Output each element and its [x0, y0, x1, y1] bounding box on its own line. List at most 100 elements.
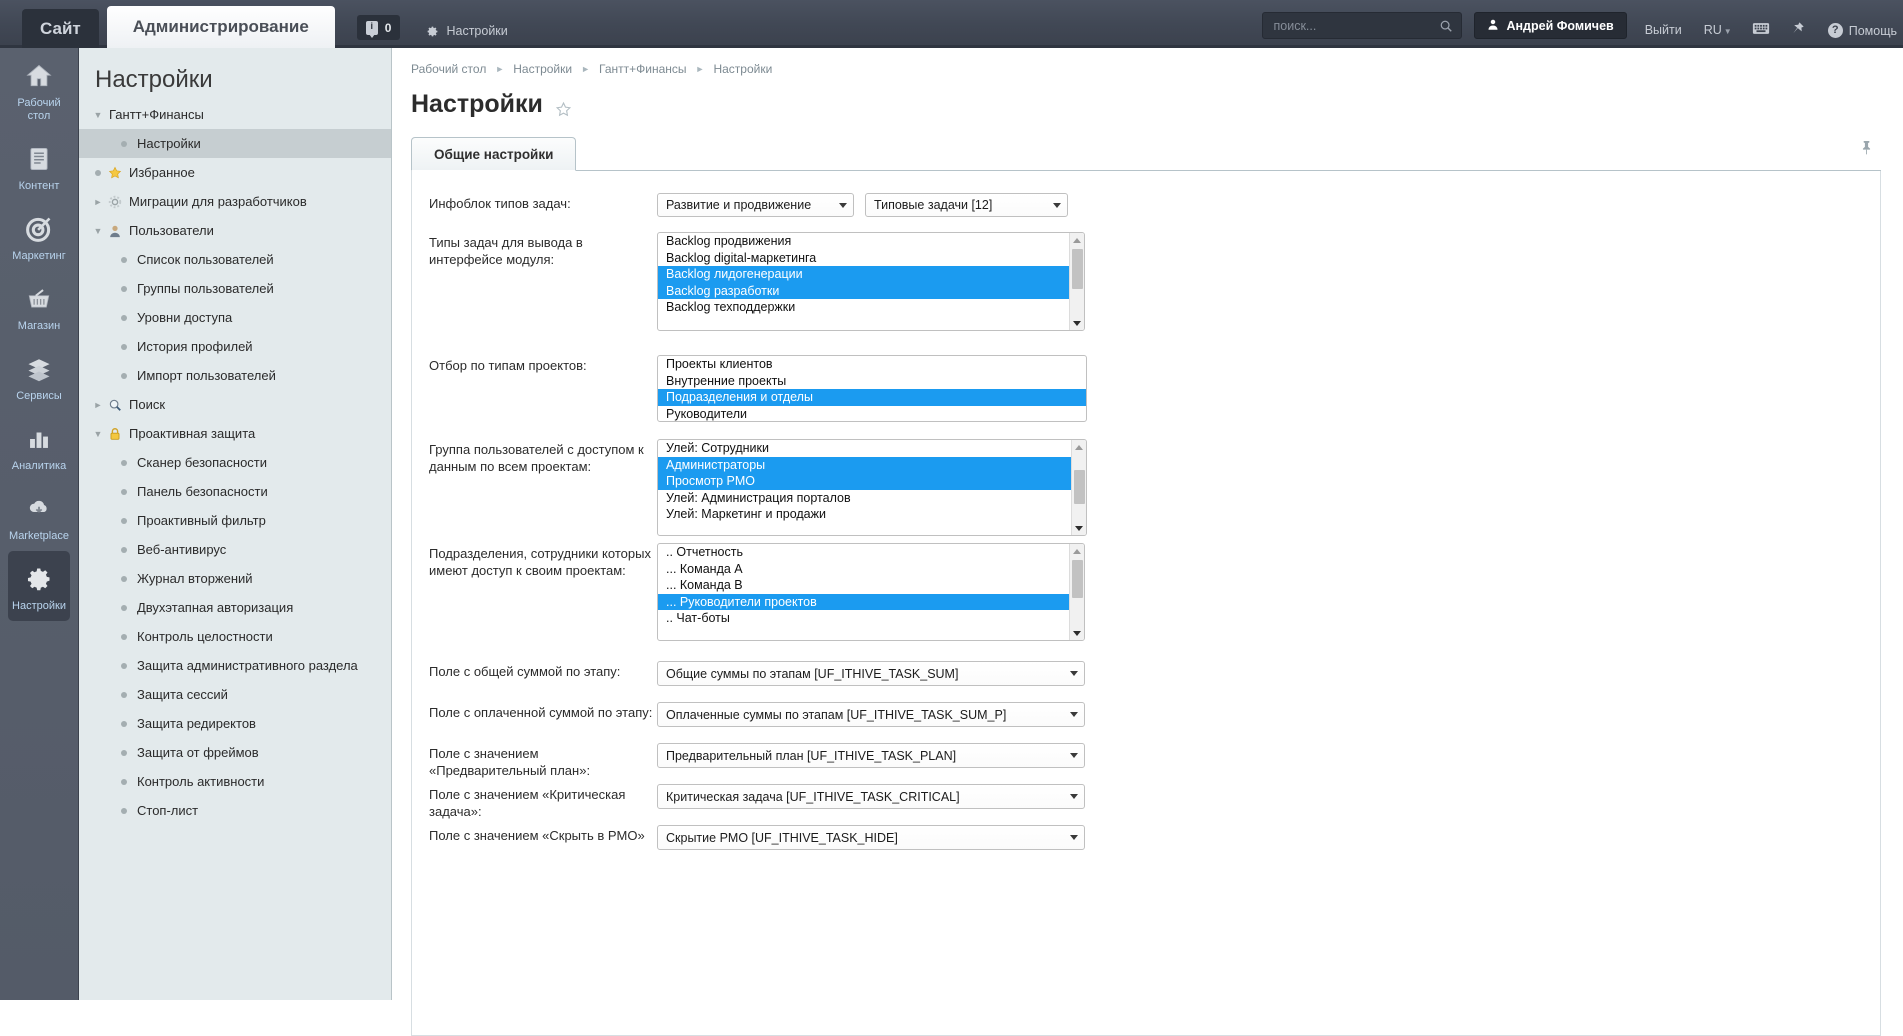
notification-counter[interactable]: i 0: [356, 15, 401, 40]
sidebar-item-16[interactable]: Веб-антивирус: [79, 535, 391, 564]
sidebar-item-label: Уровни доступа: [137, 310, 233, 325]
sidebar-item-22[interactable]: Защита редиректов: [79, 709, 391, 738]
topbar-settings-link[interactable]: Настройки: [426, 24, 508, 38]
sidebar-item-12[interactable]: ▼ Проактивная защита: [79, 419, 391, 448]
select-plan-field[interactable]: Предварительный план [UF_ITHIVE_TASK_PLA…: [657, 743, 1085, 768]
sidebar-item-8[interactable]: Уровни доступа: [79, 303, 391, 332]
breadcrumb-item-3[interactable]: Гантт+Финансы: [599, 62, 687, 76]
list-item[interactable]: Внутренние проекты: [658, 373, 1086, 390]
twisty-expanded-icon[interactable]: ▼: [91, 429, 105, 439]
scroll-down-arrow-icon[interactable]: [1070, 626, 1084, 640]
rail-item-6[interactable]: Аналитика: [8, 411, 70, 481]
keyboard-icon[interactable]: [1752, 21, 1770, 39]
select-paid-field[interactable]: Оплаченные суммы по этапам [UF_ITHIVE_TA…: [657, 702, 1085, 727]
list-item[interactable]: Backlog лидогенерации: [658, 266, 1084, 283]
sidebar-item-15[interactable]: Проактивный фильтр: [79, 506, 391, 535]
listbox-project-types[interactable]: Проекты клиентов Внутренние проекты Подраз…: [657, 355, 1087, 422]
sidebar-item-7[interactable]: Группы пользователей: [79, 274, 391, 303]
scroll-down-arrow-icon[interactable]: [1072, 521, 1086, 535]
sidebar-item-10[interactable]: Импорт пользователей: [79, 361, 391, 390]
vertical-scrollbar[interactable]: [1069, 544, 1084, 640]
twisty-expanded-icon[interactable]: ▼: [91, 226, 105, 236]
sidebar-item-19[interactable]: Контроль целостности: [79, 622, 391, 651]
list-item[interactable]: Администраторы: [658, 456, 1086, 473]
help-link[interactable]: ? Помощь: [1827, 23, 1897, 38]
select-hide-field[interactable]: Скрытие PMO [UF_ITHIVE_TASK_HIDE]: [657, 825, 1085, 850]
scroll-down-arrow-icon[interactable]: [1070, 316, 1084, 330]
rail-item-8[interactable]: Настройки: [8, 551, 70, 621]
sidebar-item-18[interactable]: Двухэтапная авторизация: [79, 593, 391, 622]
sidebar-item-1[interactable]: ▼ Гантт+Финансы: [79, 100, 391, 129]
list-item[interactable]: Backlog продвижения: [658, 233, 1084, 250]
list-item[interactable]: Улей: Маркетинг и продажи: [658, 506, 1086, 523]
scroll-up-arrow-icon[interactable]: [1072, 440, 1086, 454]
listbox-access-group[interactable]: Улей: Сотрудники Администраторы Просмотр P…: [657, 439, 1087, 536]
list-item[interactable]: Проекты клиентов: [658, 356, 1086, 373]
rail-item-2[interactable]: Контент: [8, 131, 70, 201]
twisty-expanded-icon[interactable]: ▼: [91, 110, 105, 120]
list-item[interactable]: ... Команда A: [658, 561, 1084, 578]
breadcrumb-item-2[interactable]: Настройки: [513, 62, 572, 76]
list-item[interactable]: Backlog разработки: [658, 282, 1084, 299]
tab-administration[interactable]: Администрирование: [106, 6, 335, 48]
list-item[interactable]: Backlog техподдержки: [658, 299, 1084, 316]
sidebar-item-2[interactable]: Настройки: [79, 129, 391, 158]
list-item[interactable]: Backlog digital-маркетинга: [658, 250, 1084, 267]
scrollbar-thumb[interactable]: [1072, 249, 1083, 289]
listbox-task-types[interactable]: Backlog продвижения Backlog digital-марке…: [657, 232, 1085, 331]
sidebar-item-3[interactable]: Избранное: [79, 158, 391, 187]
list-item[interactable]: Просмотр PMO: [658, 473, 1086, 490]
list-item[interactable]: ... Команда B: [658, 577, 1084, 594]
user-menu-button[interactable]: Андрей Фомичев: [1474, 12, 1627, 39]
sidebar-item-11[interactable]: ► Поиск: [79, 390, 391, 419]
language-switcher[interactable]: RU ▼: [1704, 23, 1732, 37]
sidebar-item-21[interactable]: Защита сессий: [79, 680, 391, 709]
search-input[interactable]: [1271, 17, 1440, 34]
rail-item-3[interactable]: Маркетинг: [8, 201, 70, 271]
select-critical-field[interactable]: Критическая задача [UF_ITHIVE_TASK_CRITI…: [657, 784, 1085, 809]
sidebar-item-14[interactable]: Панель безопасности: [79, 477, 391, 506]
scroll-up-arrow-icon[interactable]: [1070, 233, 1084, 247]
sidebar-item-24[interactable]: Контроль активности: [79, 767, 391, 796]
tab-site[interactable]: Сайт: [22, 9, 99, 48]
sidebar-item-4[interactable]: ► Миграции для разработчиков: [79, 187, 391, 216]
sidebar-item-9[interactable]: История профилей: [79, 332, 391, 361]
sidebar-item-25[interactable]: Стоп-лист: [79, 796, 391, 825]
sidebar-item-20[interactable]: Защита административного раздела: [79, 651, 391, 680]
select-infoblock-type[interactable]: Развитие и продвижение: [657, 193, 854, 217]
list-item[interactable]: Руководители: [658, 406, 1086, 422]
scrollbar-thumb[interactable]: [1074, 470, 1085, 504]
rail-item-4[interactable]: Магазин: [8, 271, 70, 341]
list-item[interactable]: .. Чат-боты: [658, 610, 1084, 627]
sidebar-item-5[interactable]: ▼ Пользователи: [79, 216, 391, 245]
rail-item-5[interactable]: Сервисы: [8, 341, 70, 411]
sidebar-item-6[interactable]: Список пользователей: [79, 245, 391, 274]
select-sum-field[interactable]: Общие суммы по этапам [UF_ITHIVE_TASK_SU…: [657, 661, 1085, 686]
list-item[interactable]: ... Руководители проектов: [658, 593, 1084, 610]
rail-item-7[interactable]: Marketplace: [8, 481, 70, 551]
twisty-collapsed-icon[interactable]: ►: [91, 197, 105, 207]
tab-general-settings[interactable]: Общие настройки: [411, 137, 577, 171]
sidebar-item-13[interactable]: Сканер безопасности: [79, 448, 391, 477]
vertical-scrollbar[interactable]: [1069, 233, 1084, 330]
vertical-scrollbar[interactable]: [1071, 440, 1086, 535]
search-box[interactable]: [1262, 12, 1463, 39]
list-item[interactable]: Улей: Администрация порталов: [658, 490, 1086, 507]
select-infoblock-list[interactable]: Типовые задачи [12]: [865, 193, 1068, 217]
scroll-up-arrow-icon[interactable]: [1070, 544, 1084, 558]
breadcrumb-item-1[interactable]: Рабочий стол: [411, 62, 486, 76]
rail-item-1[interactable]: Рабочий стол: [8, 48, 70, 131]
twisty-collapsed-icon[interactable]: ►: [91, 400, 105, 410]
sidebar-item-17[interactable]: Журнал вторжений: [79, 564, 391, 593]
star-outline-icon[interactable]: [555, 96, 572, 117]
panel-pin-icon[interactable]: [1859, 139, 1875, 157]
pin-icon[interactable]: [1790, 21, 1808, 39]
listbox-departments[interactable]: .. Отчетность... Команда A... Команда B.…: [657, 543, 1085, 641]
list-item[interactable]: Улей: Сотрудники: [658, 440, 1086, 457]
scrollbar-thumb[interactable]: [1072, 560, 1083, 598]
list-item[interactable]: Подразделения и отделы: [658, 389, 1086, 406]
list-item[interactable]: .. Отчетность: [658, 544, 1084, 561]
search-icon[interactable]: [1439, 19, 1453, 33]
sidebar-item-23[interactable]: Защита от фреймов: [79, 738, 391, 767]
logout-link[interactable]: Выйти: [1645, 23, 1682, 37]
